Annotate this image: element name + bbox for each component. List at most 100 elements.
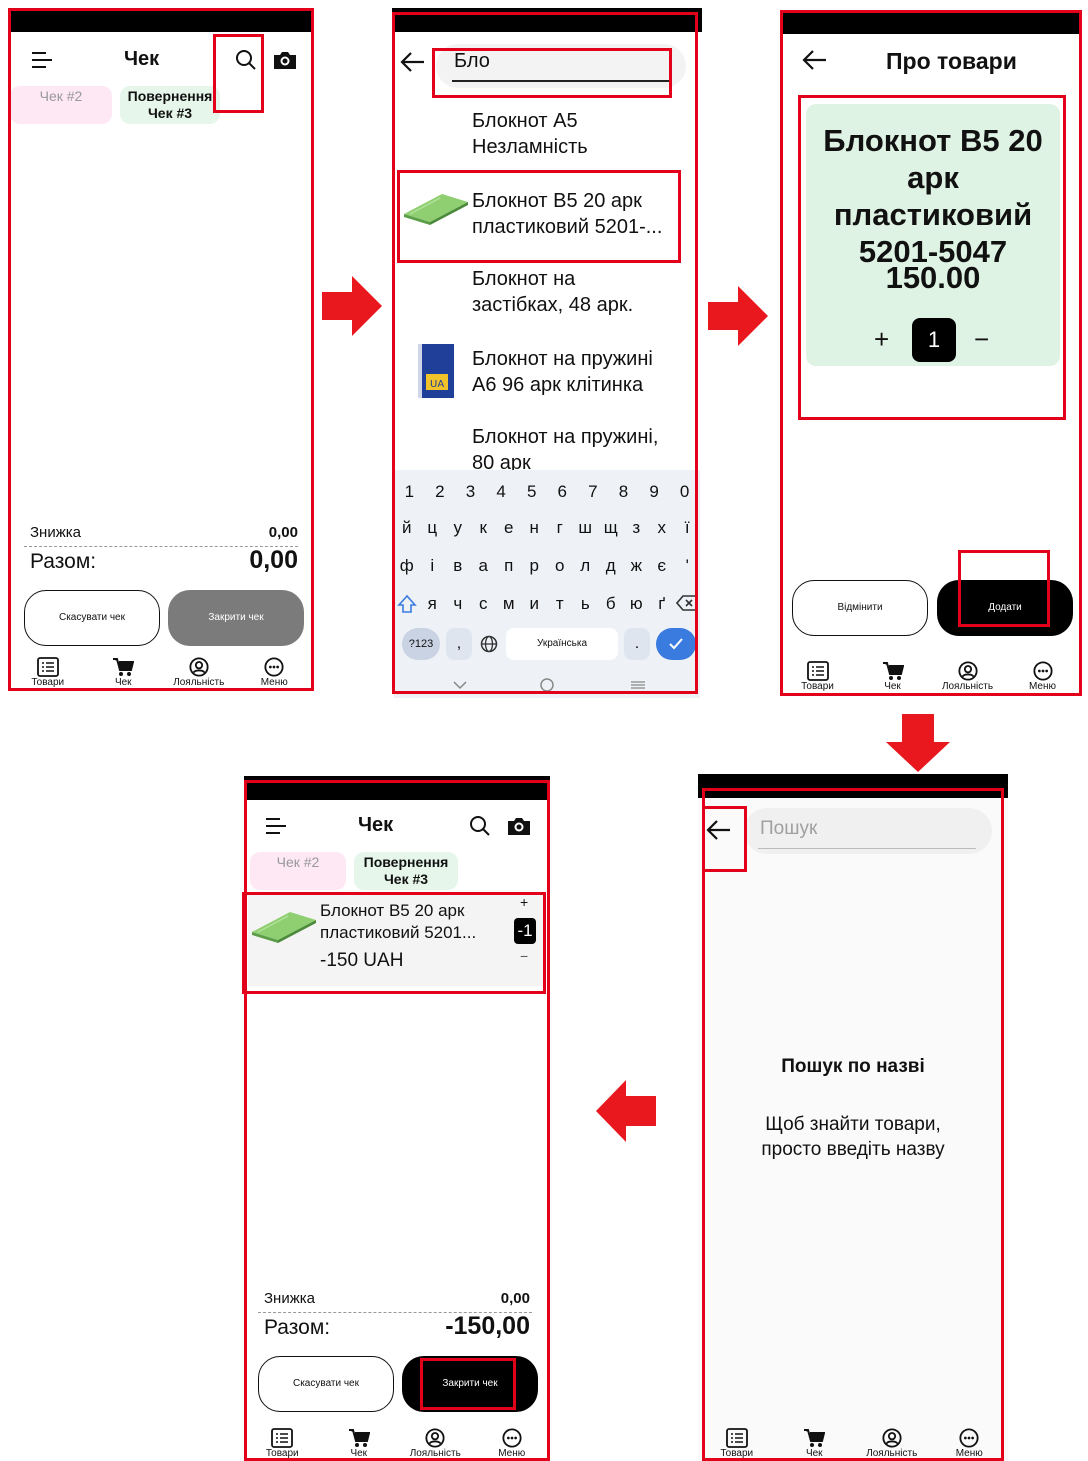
key[interactable]: 0 bbox=[673, 482, 697, 502]
key[interactable]: г bbox=[548, 518, 572, 538]
nav-products[interactable]: Товари bbox=[707, 1428, 767, 1459]
key[interactable]: 2 bbox=[428, 482, 452, 502]
close-check-button[interactable]: Закрити чек bbox=[168, 590, 304, 646]
key[interactable]: с bbox=[471, 594, 495, 619]
backspace-key[interactable] bbox=[675, 594, 699, 619]
space-key[interactable]: Українська bbox=[506, 628, 618, 660]
key[interactable]: ш bbox=[573, 518, 597, 538]
decrease-quantity-button[interactable]: − bbox=[974, 324, 989, 355]
key[interactable]: ' bbox=[675, 556, 699, 576]
nav-check[interactable]: Чек bbox=[784, 1428, 844, 1459]
search-icon[interactable] bbox=[468, 814, 492, 838]
key[interactable]: 3 bbox=[458, 482, 482, 502]
hamburger-menu-icon[interactable] bbox=[264, 816, 288, 836]
key[interactable]: ь bbox=[573, 594, 597, 619]
symbols-key[interactable]: ?123 bbox=[402, 628, 440, 660]
nav-products[interactable]: Товари bbox=[252, 1428, 312, 1459]
tab-check-2[interactable]: Чек #2 bbox=[250, 852, 346, 890]
key[interactable]: 7 bbox=[581, 482, 605, 502]
result-item-selected[interactable]: Блокнот В5 20 арк пластиковий 5201-... bbox=[472, 188, 662, 240]
nav-loyalty[interactable]: Лояльність bbox=[938, 661, 998, 692]
nav-loyalty[interactable]: Лояльність bbox=[862, 1428, 922, 1459]
quantity-value[interactable]: 1 bbox=[912, 318, 956, 362]
key[interactable]: ґ bbox=[650, 594, 674, 619]
cancel-check-button[interactable]: Скасувати чек bbox=[258, 1356, 394, 1412]
search-icon[interactable] bbox=[234, 48, 258, 72]
nav-check[interactable]: Чек bbox=[93, 657, 153, 688]
cancel-check-button[interactable]: Скасувати чек bbox=[24, 590, 160, 646]
key[interactable]: ю bbox=[624, 594, 648, 619]
nav-recent-lines-icon[interactable] bbox=[630, 680, 646, 690]
comma-key[interactable]: , bbox=[446, 628, 472, 660]
nav-menu[interactable]: Меню bbox=[244, 657, 304, 688]
nav-home-circle-icon[interactable] bbox=[540, 678, 554, 692]
camera-icon[interactable] bbox=[272, 48, 298, 72]
camera-icon[interactable] bbox=[506, 814, 532, 838]
tab-return-check-3[interactable]: Повернення Чек #3 bbox=[120, 86, 220, 124]
key[interactable]: к bbox=[471, 518, 495, 538]
key[interactable]: х bbox=[650, 518, 674, 538]
key[interactable]: и bbox=[522, 594, 546, 619]
enter-key[interactable] bbox=[656, 628, 696, 660]
dot-key[interactable]: . bbox=[624, 628, 650, 660]
key[interactable]: 5 bbox=[520, 482, 544, 502]
key[interactable]: я bbox=[420, 594, 444, 619]
item-quantity[interactable]: -1 bbox=[514, 918, 536, 944]
key[interactable]: ч bbox=[446, 594, 470, 619]
key[interactable]: з bbox=[624, 518, 648, 538]
key[interactable]: 1 bbox=[397, 482, 421, 502]
key[interactable]: д bbox=[599, 556, 623, 576]
key[interactable]: в bbox=[446, 556, 470, 576]
key[interactable]: 8 bbox=[611, 482, 635, 502]
key[interactable]: ф bbox=[395, 556, 419, 576]
shift-key[interactable] bbox=[395, 594, 419, 619]
key[interactable]: є bbox=[650, 556, 674, 576]
key[interactable]: й bbox=[395, 518, 419, 538]
key[interactable]: р bbox=[522, 556, 546, 576]
result-item[interactable]: Блокнот на пружині А6 96 арк клітинка bbox=[472, 346, 653, 398]
key[interactable]: ї bbox=[675, 518, 699, 538]
add-button[interactable]: Додати bbox=[937, 580, 1073, 636]
key[interactable]: 6 bbox=[550, 482, 574, 502]
key[interactable]: у bbox=[446, 518, 470, 538]
key[interactable]: ж bbox=[624, 556, 648, 576]
tab-return-check-3[interactable]: Повернення Чек #3 bbox=[354, 852, 458, 890]
nav-check[interactable]: Чек bbox=[329, 1428, 389, 1459]
nav-products[interactable]: Товари bbox=[788, 661, 848, 692]
back-arrow-icon[interactable] bbox=[704, 818, 732, 842]
close-check-button[interactable]: Закрити чек bbox=[402, 1356, 538, 1412]
result-item[interactable]: Блокнот на пружині, 80 арк bbox=[472, 424, 658, 470]
nav-menu[interactable]: Меню bbox=[939, 1428, 999, 1459]
item-decrease-button[interactable]: − bbox=[520, 948, 528, 964]
key[interactable]: а bbox=[471, 556, 495, 576]
key[interactable]: м bbox=[497, 594, 521, 619]
nav-back-chevron-icon[interactable] bbox=[452, 680, 468, 690]
nav-menu[interactable]: Меню bbox=[1013, 661, 1073, 692]
key[interactable]: 9 bbox=[642, 482, 666, 502]
key[interactable]: л bbox=[573, 556, 597, 576]
key[interactable]: щ bbox=[599, 518, 623, 538]
back-arrow-icon[interactable] bbox=[800, 48, 828, 72]
key[interactable]: н bbox=[522, 518, 546, 538]
increase-quantity-button[interactable]: + bbox=[874, 324, 889, 355]
nav-menu[interactable]: Меню bbox=[482, 1428, 542, 1459]
check-line-item[interactable]: Блокнот В5 20 арк пластиковий 5201... -1… bbox=[248, 894, 544, 986]
result-item[interactable]: Блокнот А5 Незламність bbox=[472, 108, 588, 160]
cancel-button[interactable]: Відмінити bbox=[792, 580, 928, 636]
nav-loyalty[interactable]: Лояльність bbox=[169, 657, 229, 688]
key[interactable]: п bbox=[497, 556, 521, 576]
result-item[interactable]: Блокнот на застібках, 48 арк. bbox=[472, 266, 633, 318]
key[interactable]: і bbox=[420, 556, 444, 576]
key[interactable]: т bbox=[548, 594, 572, 619]
key[interactable]: е bbox=[497, 518, 521, 538]
key[interactable]: 4 bbox=[489, 482, 513, 502]
key[interactable]: ц bbox=[420, 518, 444, 538]
back-arrow-icon[interactable] bbox=[398, 50, 426, 74]
item-increase-button[interactable]: + bbox=[520, 894, 528, 910]
key[interactable]: б bbox=[599, 594, 623, 619]
hamburger-menu-icon[interactable] bbox=[30, 50, 54, 70]
nav-products[interactable]: Товари bbox=[18, 657, 78, 688]
key[interactable]: о bbox=[548, 556, 572, 576]
nav-check[interactable]: Чек bbox=[863, 661, 923, 692]
nav-loyalty[interactable]: Лояльність bbox=[405, 1428, 465, 1459]
